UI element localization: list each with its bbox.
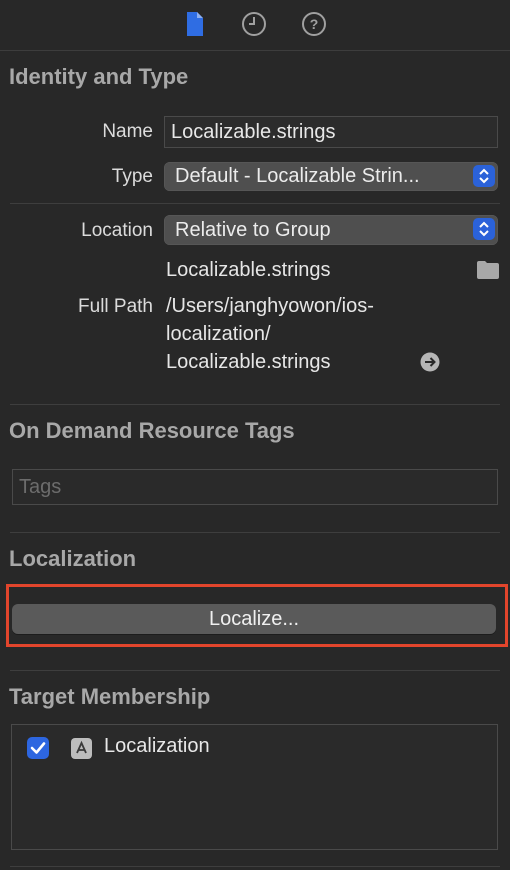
type-label: Type [111, 166, 153, 187]
full-path-line-2: localization/ [166, 323, 271, 345]
type-popup[interactable]: Default - Localizable Strin... [164, 162, 498, 191]
localize-button[interactable]: Localize... [12, 604, 496, 634]
full-path-line-1: /Users/janghyowon/ios- [166, 295, 374, 317]
history-clock-icon[interactable] [240, 10, 268, 38]
localization-section-title: Localization [9, 546, 137, 571]
name-label: Name [102, 121, 153, 142]
full-path-line-3: Localizable.strings [166, 351, 331, 373]
reveal-arrow-icon[interactable] [420, 352, 440, 372]
identity-section-title: Identity and Type [9, 64, 189, 89]
on-demand-section-title: On Demand Resource Tags [9, 418, 295, 443]
name-field[interactable]: Localizable.strings [164, 116, 498, 148]
app-target-icon [71, 738, 92, 759]
divider [10, 532, 500, 533]
divider [10, 404, 500, 405]
inspector-tab-bar: ? [0, 0, 510, 51]
file-name-text: Localizable.strings [166, 259, 331, 281]
target-label: Localization [104, 735, 210, 757]
tags-input[interactable]: Tags [12, 469, 498, 505]
divider [10, 203, 500, 204]
chevron-up-down-icon [473, 218, 495, 240]
svg-text:?: ? [310, 16, 319, 32]
divider [10, 670, 500, 671]
full-path-label: Full Path [78, 296, 153, 317]
file-icon[interactable] [181, 10, 209, 38]
target-membership-list: Localization [11, 724, 498, 850]
location-popup[interactable]: Relative to Group [164, 215, 498, 245]
target-checkbox[interactable] [27, 737, 49, 759]
location-label: Location [81, 220, 153, 241]
help-question-icon[interactable]: ? [300, 10, 328, 38]
location-popup-value: Relative to Group [175, 218, 331, 241]
chevron-up-down-icon [473, 165, 495, 187]
folder-icon[interactable] [476, 260, 500, 280]
type-popup-value: Default - Localizable Strin... [175, 165, 420, 187]
divider [10, 866, 500, 867]
target-membership-section-title: Target Membership [9, 684, 211, 709]
